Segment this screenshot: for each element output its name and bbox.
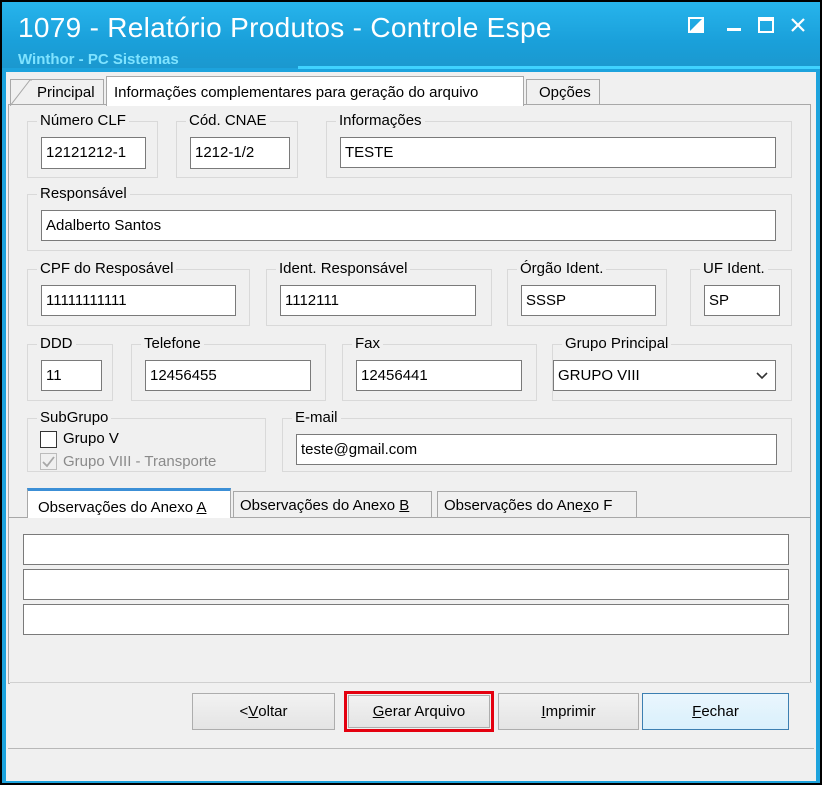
window-subtitle: Winthor - PC Sistemas [18, 51, 179, 68]
group-ddd: DDD 11 [27, 334, 113, 401]
obs-b-prefix: Observações do Anexo [240, 497, 400, 514]
group-grupo-principal: Grupo Principal GRUPO VIII [552, 334, 792, 401]
chevron-down-icon [756, 372, 768, 380]
obs-f-suffix: o F [590, 497, 613, 514]
informacoes-input[interactable]: TESTE [340, 137, 776, 168]
label-informacoes: Informações [336, 111, 425, 131]
fechar-rest: echar [701, 703, 739, 720]
cpf-input[interactable]: 11111111111 [41, 285, 236, 316]
group-informacoes: Informações TESTE [326, 111, 792, 178]
button-bar: < Voltar Gerar Arquivo Imprimir Fechar [10, 682, 812, 744]
telefone-input[interactable]: 12456455 [145, 360, 311, 391]
tab-principal-label: Principal [37, 84, 95, 101]
ddd-input[interactable]: 11 [41, 360, 102, 391]
obs-tab-page [9, 517, 810, 651]
imprimir-button[interactable]: Imprimir [498, 693, 639, 730]
app-window: 1079 - Relatório Produtos - Controle Esp… [0, 0, 822, 785]
label-ddd: DDD [37, 334, 76, 354]
fechar-key: F [692, 703, 702, 720]
tab-obs-anexo-a[interactable]: Observações do Anexo A [27, 488, 231, 518]
obs-line-1-input[interactable] [23, 534, 789, 565]
obs-f-key: x [583, 497, 591, 514]
label-uf-ident: UF Ident. [700, 259, 768, 279]
label-telefone: Telefone [141, 334, 204, 354]
label-ident-responsavel: Ident. Responsável [276, 259, 411, 279]
grupo-viii-checkbox[interactable] [40, 453, 57, 470]
gerar-key: G [372, 703, 385, 720]
group-responsavel: Responsável Adalberto Santos [27, 184, 792, 251]
group-telefone: Telefone 12456455 [131, 334, 326, 401]
voltar-rest: oltar [258, 703, 288, 720]
group-subgrupo: SubGrupo Grupo V Grupo VIII - Transporte [27, 408, 266, 472]
numero-clf-input[interactable]: 12121212-1 [41, 137, 146, 169]
title-bar[interactable]: 1079 - Relatório Produtos - Controle Esp… [2, 2, 820, 69]
obs-a-prefix: Observações do Anexo [38, 499, 197, 516]
gerar-arquivo-button[interactable]: Gerar Arquivo [348, 695, 490, 728]
gerar-rest: erar Arquivo [384, 703, 466, 720]
fax-input[interactable]: 12456441 [356, 360, 522, 391]
label-subgrupo: SubGrupo [37, 408, 112, 428]
grupo-viii-label: Grupo VIII - Transporte [63, 453, 217, 470]
grupo-v-checkbox[interactable] [40, 431, 57, 448]
tab-slant-decor [10, 79, 32, 106]
maximize-icon[interactable] [752, 12, 780, 38]
tab-opcoes[interactable]: Opções [526, 79, 600, 105]
group-fax: Fax 12456441 [342, 334, 537, 401]
client-area: Principal Informações complementares par… [6, 72, 816, 781]
voltar-key: V [248, 703, 259, 720]
restore-icon[interactable] [682, 12, 710, 38]
tab-obs-anexo-f[interactable]: Observações do Anexo F [437, 491, 637, 518]
window-title: 1079 - Relatório Produtos - Controle Esp… [18, 12, 552, 43]
title-bar-accent [298, 66, 820, 69]
voltar-button[interactable]: < Voltar [192, 693, 335, 730]
group-cpf: CPF do Resposável 11111111111 [27, 259, 250, 326]
ident-responsavel-input[interactable]: 1112111 [280, 285, 476, 316]
cod-cnae-input[interactable]: 1212-1/2 [190, 137, 290, 169]
tab-opcoes-label: Opções [539, 84, 591, 101]
obs-line-2-input[interactable] [23, 569, 789, 600]
obs-b-key: B [399, 497, 410, 514]
tab-informacoes-label: Informações complementares para geração … [114, 84, 479, 101]
minimize-icon[interactable] [720, 12, 748, 38]
label-responsavel: Responsável [37, 184, 130, 204]
label-numero-clf: Número CLF [37, 111, 129, 131]
group-uf-ident: UF Ident. SP [690, 259, 792, 326]
obs-a-key: A [196, 499, 207, 516]
group-orgao-ident: Órgão Ident. SSSP [507, 259, 667, 326]
label-email: E-mail [292, 408, 341, 428]
voltar-prefix: < [239, 703, 249, 720]
close-icon[interactable] [784, 12, 812, 38]
group-numero-clf: Número CLF 12121212-1 [27, 111, 158, 178]
obs-f-prefix: Observações do Ane [444, 497, 584, 514]
label-cod-cnae: Cód. CNAE [186, 111, 270, 131]
orgao-ident-input[interactable]: SSSP [521, 285, 656, 316]
uf-ident-input[interactable]: SP [704, 285, 780, 316]
group-cod-cnae: Cód. CNAE 1212-1/2 [176, 111, 298, 178]
fechar-button[interactable]: Fechar [642, 693, 789, 730]
status-bar [8, 748, 814, 780]
label-orgao-ident: Órgão Ident. [517, 259, 607, 279]
responsavel-input[interactable]: Adalberto Santos [41, 210, 776, 241]
imprimir-rest: mprimir [545, 703, 596, 720]
obs-line-3-input[interactable] [23, 604, 789, 635]
tab-obs-anexo-b[interactable]: Observações do Anexo B [233, 491, 432, 518]
email-input[interactable]: teste@gmail.com [296, 434, 777, 465]
group-email: E-mail teste@gmail.com [282, 408, 792, 472]
label-cpf: CPF do Resposável [37, 259, 177, 279]
grupo-principal-value: GRUPO VIII [558, 367, 640, 384]
group-ident-responsavel: Ident. Responsável 1112111 [266, 259, 492, 326]
label-fax: Fax [352, 334, 384, 354]
tab-page-informacoes: Número CLF 12121212-1 Cód. CNAE 1212-1/2… [8, 104, 811, 684]
check-icon [42, 456, 55, 468]
grupo-v-label: Grupo V [63, 430, 119, 447]
tab-informacoes-complementares[interactable]: Informações complementares para geração … [106, 76, 524, 106]
grupo-principal-select[interactable]: GRUPO VIII [553, 360, 776, 391]
label-grupo-principal: Grupo Principal [562, 334, 672, 354]
